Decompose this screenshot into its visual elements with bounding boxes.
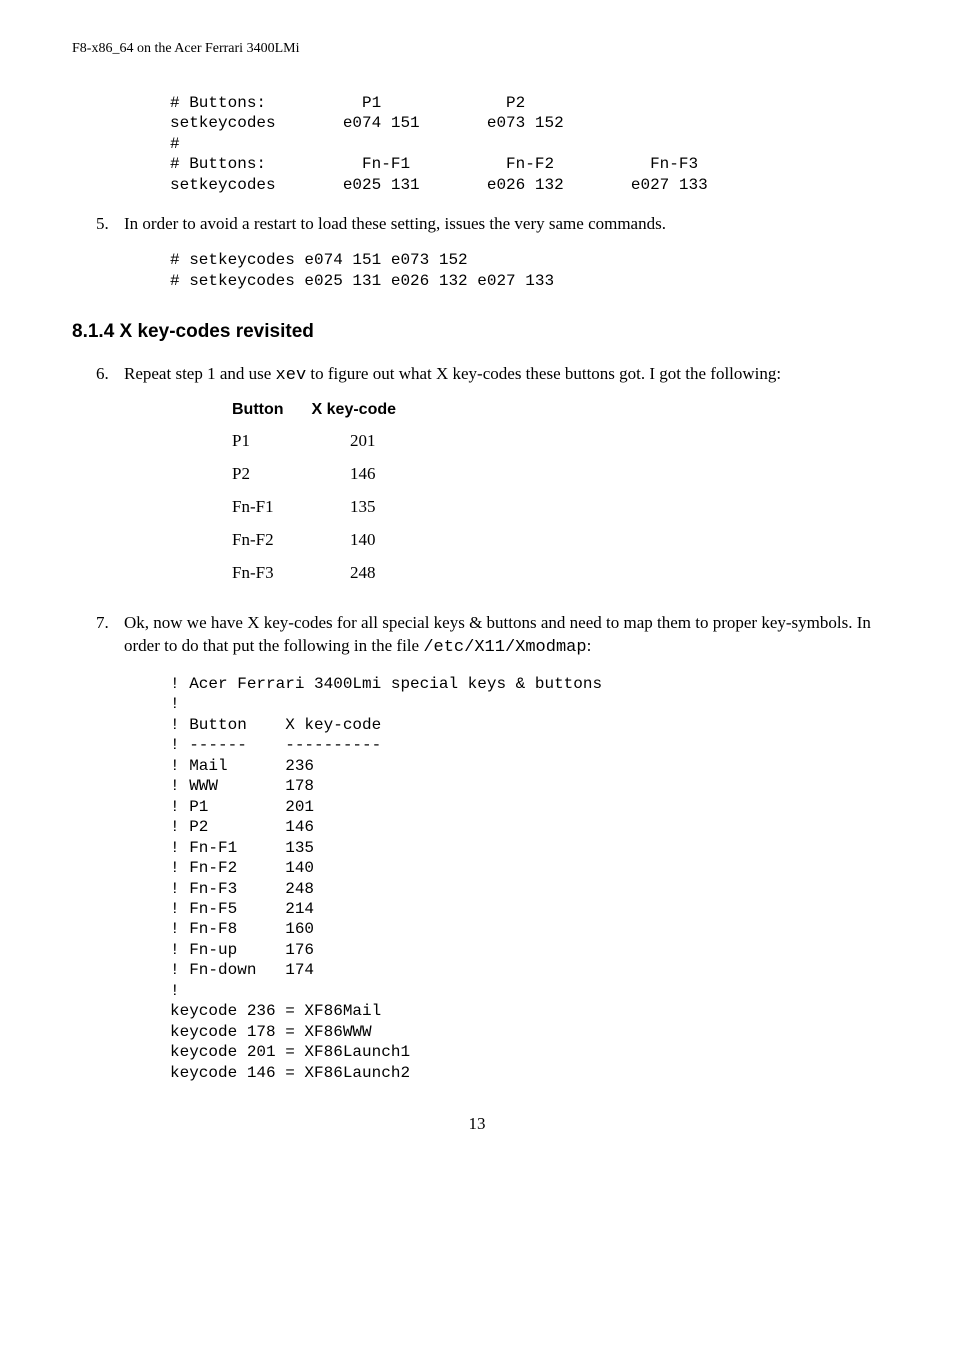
code-block-setkeycodes-conf: # Buttons: P1 P2 setkeycodes e074 151 e0… (170, 93, 882, 195)
step-6-text-a: Repeat step 1 and use (124, 364, 276, 383)
keycodes-tbody: P1201P2146Fn-F1135Fn-F2140Fn-F3248 (232, 425, 424, 590)
inline-code-xev: xev (276, 366, 307, 385)
step-number: 6. (96, 363, 124, 386)
section-heading: 8.1.4 X key-codes revisited (72, 319, 882, 345)
step-7: 7.Ok, now we have X key-codes for all sp… (72, 612, 882, 1083)
page-header: F8-x86_64 on the Acer Ferrari 3400LMi (72, 40, 882, 59)
table-cell-button: Fn-F1 (232, 491, 312, 524)
step-6-text-b: to figure out what X key-codes these but… (306, 364, 781, 383)
table-row: P1201 (232, 425, 424, 458)
table-cell-keycode: 201 (312, 425, 424, 458)
keycodes-table: Button X key-code P1201P2146Fn-F1135Fn-F… (232, 394, 424, 590)
code-block-setkeycodes-cmd: # setkeycodes e074 151 e073 152 # setkey… (170, 250, 882, 291)
table-cell-button: Fn-F2 (232, 524, 312, 557)
step-5: 5.In order to avoid a restart to load th… (72, 213, 882, 291)
table-cell-keycode: 140 (312, 524, 424, 557)
table-cell-keycode: 146 (312, 458, 424, 491)
step-number: 5. (96, 213, 124, 236)
table-header-keycode: X key-code (312, 394, 424, 426)
table-cell-button: P1 (232, 425, 312, 458)
table-cell-button: Fn-F3 (232, 557, 312, 590)
step-6: 6.Repeat step 1 and use xev to figure ou… (72, 363, 882, 590)
table-cell-keycode: 135 (312, 491, 424, 524)
table-cell-keycode: 248 (312, 557, 424, 590)
step-7-text-b: : (587, 636, 592, 655)
code-block-xmodmap: ! Acer Ferrari 3400Lmi special keys & bu… (170, 674, 882, 1083)
inline-code-xmodmap-path: /etc/X11/Xmodmap (423, 638, 586, 657)
step-number: 7. (96, 612, 124, 635)
table-row: P2146 (232, 458, 424, 491)
step-5-text: In order to avoid a restart to load thes… (124, 214, 666, 233)
table-row: Fn-F1135 (232, 491, 424, 524)
table-cell-button: P2 (232, 458, 312, 491)
table-header-button: Button (232, 394, 312, 426)
page-number: 13 (72, 1113, 882, 1136)
table-row: Fn-F3248 (232, 557, 424, 590)
table-row: Fn-F2140 (232, 524, 424, 557)
